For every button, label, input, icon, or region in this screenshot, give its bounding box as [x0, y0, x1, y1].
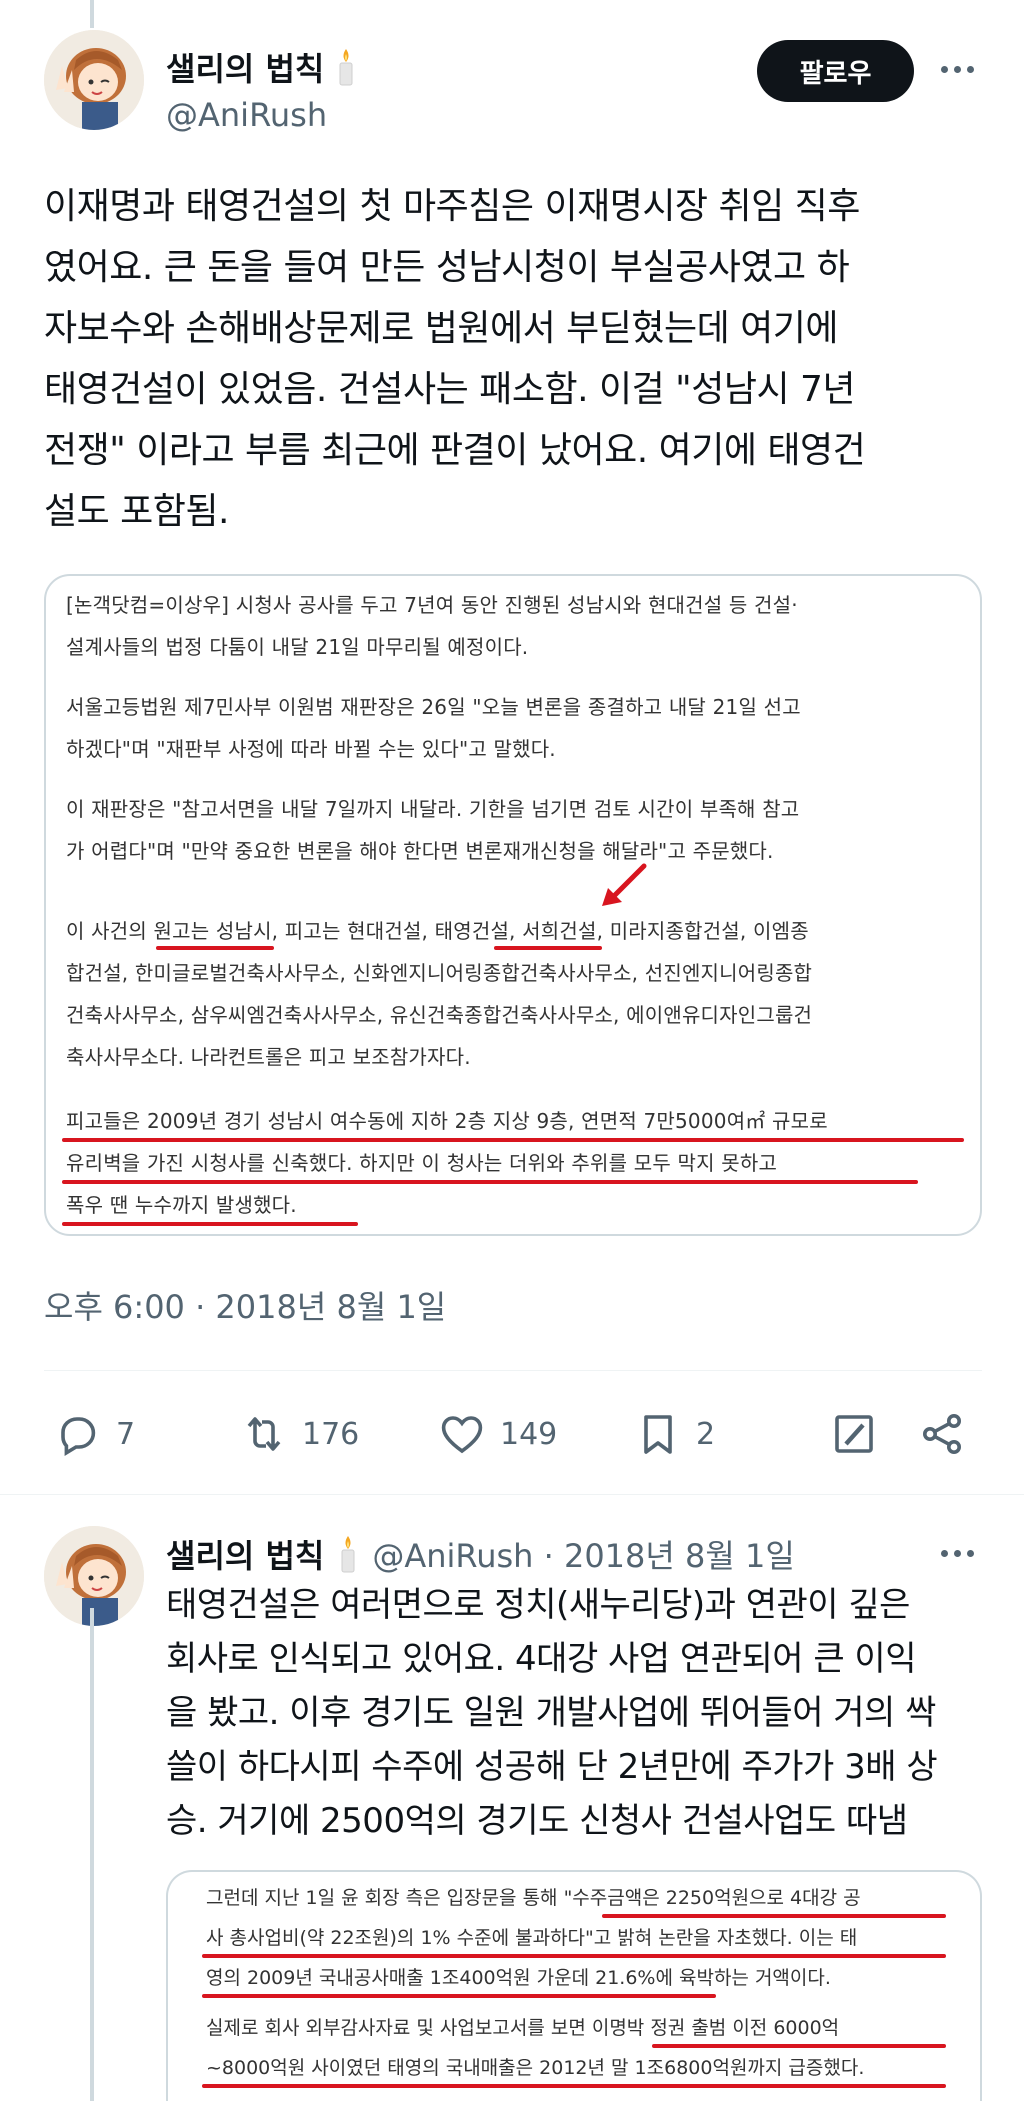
share-icon — [923, 1414, 961, 1454]
tweet-text-line: 이재명과 태영건설의 첫 마주침은 이재명시장 취임 직후 — [44, 186, 860, 227]
bookmark-count: 2 — [696, 1416, 716, 1452]
like-count: 149 — [500, 1416, 558, 1452]
heart-icon — [441, 1416, 483, 1454]
article-line: 사 총사업비(약 22조원)의 1% 수준에 불과하다"고 밝혀 논란을 자초했… — [206, 1927, 858, 1949]
reply-author-name[interactable]: 샐리의 법칙 — [166, 1531, 324, 1577]
divider — [44, 1370, 982, 1371]
follow-button[interactable]: 팔로우 — [757, 40, 914, 102]
tweet-text-line: 회사로 인식되고 있어요. 4대강 사업 연관되어 큰 이익 — [166, 1639, 916, 1679]
reply-button[interactable]: 7 — [54, 1404, 135, 1464]
article-line: 서울고등법원 제7민사부 이원범 재판장은 26일 "오늘 변론을 종결하고 내… — [66, 695, 801, 719]
article-line: 건축사사무소, 삼우씨엠건축사사무소, 유신건축종합건축사사무소, 에이앤유디자… — [66, 1003, 813, 1027]
candle-icon — [334, 47, 358, 87]
highlight-underline — [62, 1180, 918, 1184]
reply-tweet-image[interactable]: 그런데 지난 1일 윤 회장 측은 입장문을 통해 "수주금액은 2250억원으… — [166, 1870, 982, 2101]
article-line: 그런데 지난 1일 윤 회장 측은 입장문을 통해 "수주금액은 2250억원으… — [206, 1887, 861, 1909]
article-line: 유리벽을 가진 시청사를 신축했다. 하지만 이 청사는 더위와 추위를 모두 … — [66, 1151, 778, 1175]
divider — [0, 1494, 1024, 1495]
author-avatar[interactable] — [44, 30, 144, 130]
edit-button[interactable] — [830, 1404, 878, 1464]
retweet-button[interactable]: 176 — [240, 1404, 359, 1464]
article-line: 실제로 회사 외부감사자료 및 사업보고서를 보면 이명박 정권 출범 이전 6… — [206, 2017, 840, 2039]
highlight-underline — [652, 2044, 946, 2048]
reply-icon — [61, 1417, 96, 1456]
tweet-text-line: 쓸이 하다시피 수주에 성공해 단 2년만에 주가가 3배 상 — [166, 1747, 938, 1787]
author-name[interactable]: 샐리의 법칙 — [166, 44, 358, 90]
more-options-icon[interactable] — [937, 54, 977, 84]
tweet-image[interactable]: [논객닷컴=이상우] 시청사 공사를 두고 7년여 동안 진행된 성남시와 현대… — [44, 574, 982, 1236]
more-options-icon[interactable] — [937, 1538, 977, 1568]
article-line: 설계사들의 법정 다툼이 내달 21일 마무리될 예정이다. — [66, 635, 529, 659]
tweet-text: 이재명과 태영건설의 첫 마주침은 이재명시장 취임 직후 였어요. 큰 돈을 … — [44, 176, 994, 542]
tweet-text-line: 태영건설은 여러면으로 정치(새누리당)과 연관이 깊은 — [166, 1585, 910, 1625]
tweet-text-line: 승. 거기에 2500억의 경기도 신청사 건설사업도 따냄 — [166, 1801, 908, 1841]
reply-tweet-text: 태영건설은 여러면으로 정치(새누리당)과 연관이 깊은 회사로 인식되고 있어… — [166, 1578, 986, 1848]
thread-line — [90, 1608, 94, 2101]
like-button[interactable]: 149 — [438, 1404, 557, 1464]
tweet-text-line: 을 봤고. 이후 경기도 일원 개발사업에 뛰어들어 거의 싹 — [166, 1693, 936, 1733]
red-arrow-icon — [602, 863, 647, 906]
article-line: ~8000억원 사이였던 태영의 국내매출은 2012년 말 1조6800억원까… — [206, 2057, 865, 2079]
edit-icon — [835, 1415, 873, 1453]
action-bar: 7 176 149 2 — [44, 1404, 984, 1464]
tweet-timestamp[interactable]: 오후 6:00 · 2018년 8월 1일 — [44, 1282, 446, 1328]
tweet-text-line: 전쟁" 이라고 부름 최근에 판결이 났어요. 여기에 태영건 — [44, 430, 866, 471]
bookmark-button[interactable]: 2 — [634, 1404, 715, 1464]
candle-icon — [336, 1534, 360, 1574]
article-line: 영의 2009년 국내공사매출 1조400억원 가운데 21.6%에 육박하는 … — [206, 1967, 831, 1989]
article-line: 피고들은 2009년 경기 성남시 여수동에 지하 2층 지상 9층, 연면적 … — [66, 1109, 828, 1133]
highlight-underline — [202, 1954, 946, 1958]
tweet-text-line: 였어요. 큰 돈을 들여 만든 성남시청이 부실공사였고 하 — [44, 247, 850, 288]
share-button[interactable] — [918, 1404, 966, 1464]
highlight-underline — [494, 946, 602, 950]
article-line: 가 어렵다"며 "만약 중요한 변론을 해야 한다면 변론재개신청을 해달라"고… — [66, 839, 774, 863]
reply-header: 샐리의 법칙 @AniRush · 2018년 8월 1일 — [166, 1530, 795, 1578]
reply-author-avatar[interactable] — [44, 1526, 144, 1626]
highlight-underline — [202, 1994, 716, 1998]
tweet-text-line: 태영건설이 있었음. 건설사는 패소함. 이걸 "성남시 7년 — [44, 369, 856, 410]
reply-count: 7 — [116, 1416, 136, 1452]
highlight-underline — [202, 2084, 946, 2088]
bookmark-icon — [644, 1415, 672, 1454]
article-line: [논객닷컴=이상우] 시청사 공사를 두고 7년여 동안 진행된 성남시와 현대… — [66, 593, 798, 617]
article-line: 하겠다"며 "재판부 사정에 따라 바뀔 수는 있다"고 말했다. — [66, 737, 556, 761]
reply-handle-date[interactable]: @AniRush · 2018년 8월 1일 — [372, 1531, 794, 1577]
tweet-text-line: 자보수와 손해배상문제로 법원에서 부딛혔는데 여기에 — [44, 308, 839, 349]
article-line: 축사사무소다. 나라컨트롤은 피고 보조참가자다. — [66, 1045, 471, 1069]
retweet-icon — [247, 1417, 281, 1451]
highlight-underline — [62, 1138, 964, 1142]
tweet-text-line: 설도 포함됨. — [44, 491, 230, 532]
highlight-underline — [156, 946, 274, 950]
article-line: 폭우 땐 누수까지 발생했다. — [66, 1193, 297, 1217]
article-line: 이 재판장은 "참고서면을 내달 7일까지 내달라. 기한을 넘기면 검토 시간… — [66, 797, 800, 821]
author-handle[interactable]: @AniRush — [166, 96, 327, 134]
article-line: 합건설, 한미글로벌건축사사무소, 신화엔지니어링종합건축사사무소, 선진엔지니… — [66, 961, 813, 985]
highlight-underline — [62, 1222, 358, 1226]
highlight-underline — [602, 1914, 946, 1918]
retweet-count: 176 — [302, 1416, 360, 1452]
thread-line — [90, 0, 94, 28]
